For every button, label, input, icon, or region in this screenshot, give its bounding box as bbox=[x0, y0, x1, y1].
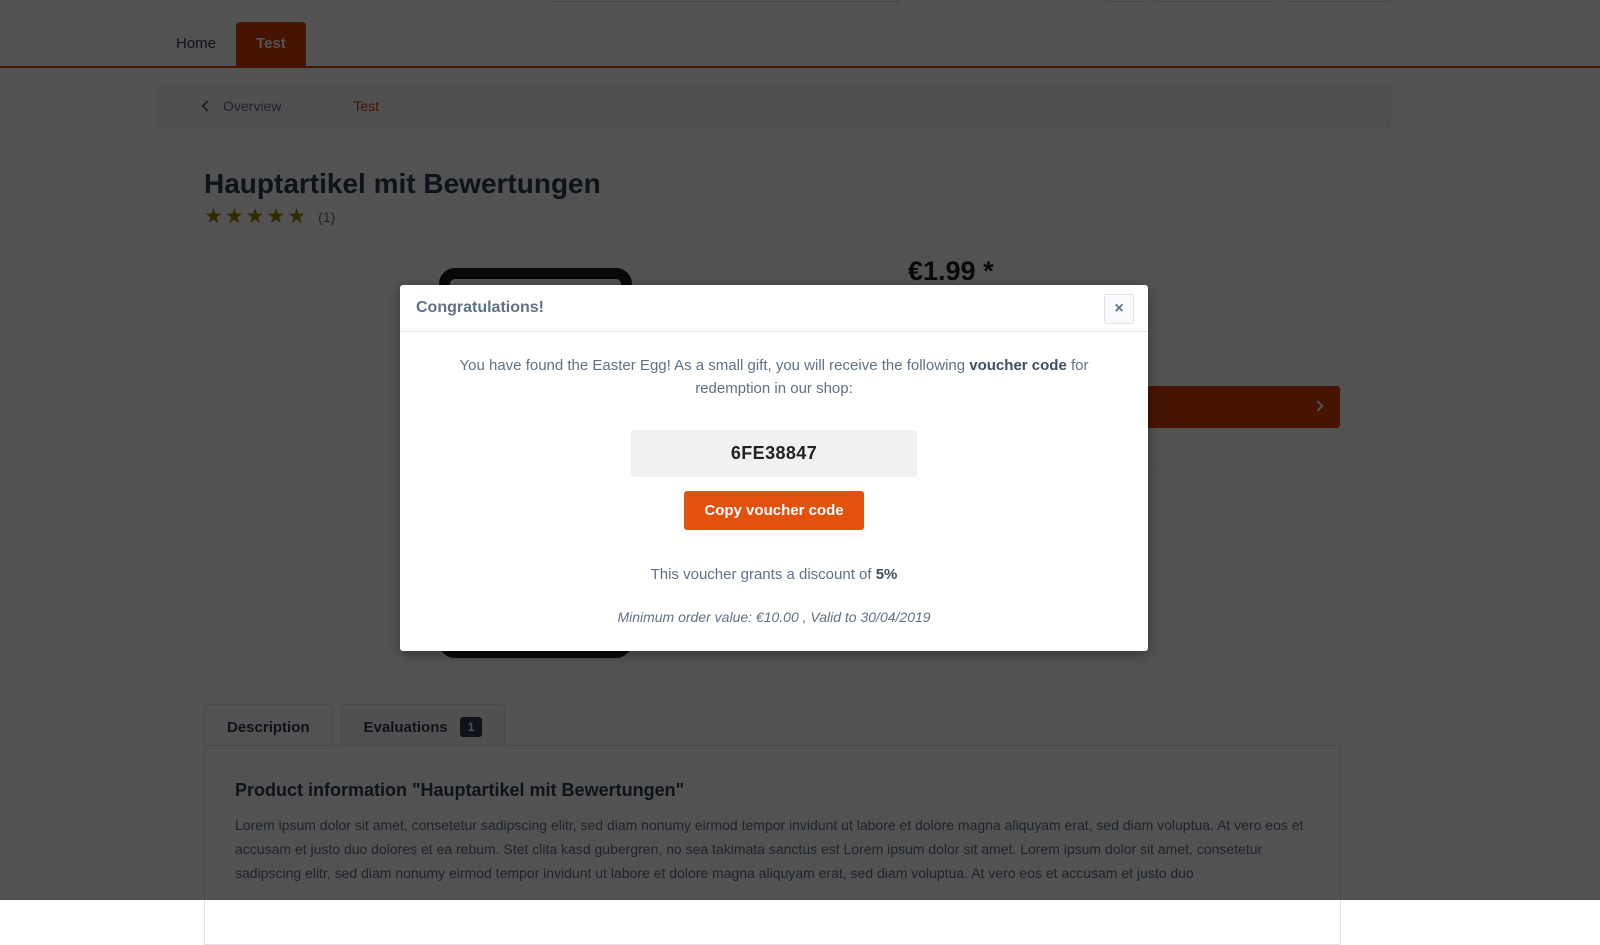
discount-text: This voucher grants a discount of 5% bbox=[416, 566, 1132, 583]
copy-voucher-code-button[interactable]: Copy voucher code bbox=[684, 491, 863, 530]
modal-intro-text: You have found the Easter Egg! As a smal… bbox=[416, 354, 1132, 400]
modal-header: Congratulations! × bbox=[400, 285, 1148, 332]
modal-intro-before: You have found the Easter Egg! As a smal… bbox=[460, 357, 970, 374]
validity-text: Minimum order value: €10.00 , Valid to 3… bbox=[416, 609, 1132, 625]
discount-value: 5% bbox=[876, 566, 898, 583]
voucher-modal: Congratulations! × You have found the Ea… bbox=[400, 285, 1148, 651]
voucher-code-value[interactable]: 6FE38847 bbox=[631, 430, 917, 477]
discount-text-before: This voucher grants a discount of bbox=[651, 566, 876, 583]
close-icon[interactable]: × bbox=[1104, 294, 1134, 324]
modal-body: You have found the Easter Egg! As a smal… bbox=[400, 332, 1148, 651]
modal-intro-bold: voucher code bbox=[969, 357, 1067, 374]
modal-title: Congratulations! bbox=[416, 299, 544, 317]
